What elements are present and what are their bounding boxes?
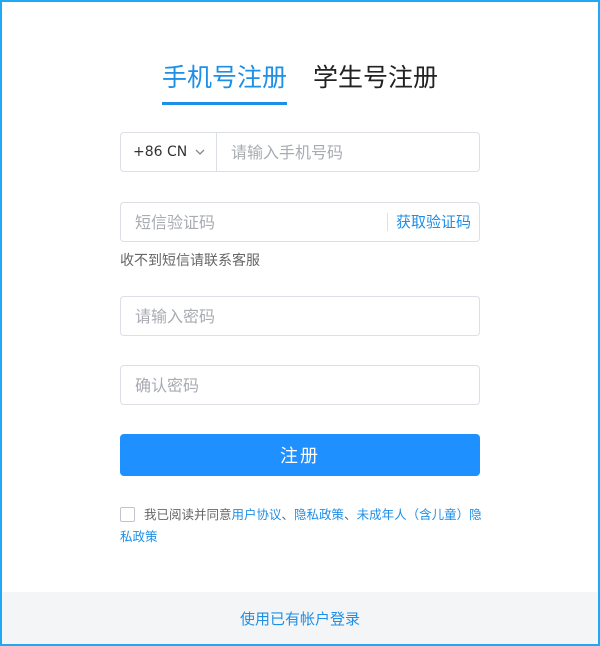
agreement-prefix: 我已阅读并同意 bbox=[144, 507, 232, 522]
tab-student-register[interactable]: 学生号注册 bbox=[313, 58, 438, 105]
country-code-select[interactable]: +86 CN bbox=[121, 133, 217, 171]
tab-phone-register[interactable]: 手机号注册 bbox=[161, 58, 287, 105]
password-field bbox=[120, 296, 480, 336]
confirm-password-input[interactable] bbox=[121, 366, 479, 404]
confirm-password-field bbox=[120, 365, 480, 405]
sms-code-field: 获取验证码 bbox=[120, 202, 480, 242]
agreement-row: 我已阅读并同意用户协议、隐私政策、未成年人（含儿童）隐私政策 bbox=[120, 504, 482, 548]
sms-help-text: 收不到短信请联系客服 bbox=[120, 253, 260, 269]
footer-bar: 使用已有帐户登录 bbox=[2, 592, 598, 644]
chevron-down-icon bbox=[195, 149, 205, 155]
register-panel: 手机号注册 学生号注册 +86 CN 获取验证码 收不到短信请联系客服 注册 我… bbox=[0, 0, 600, 646]
user-agreement-link[interactable]: 用户协议 bbox=[232, 507, 282, 522]
register-button[interactable]: 注册 bbox=[120, 434, 480, 476]
phone-field: +86 CN bbox=[120, 132, 480, 172]
register-tabs: 手机号注册 学生号注册 bbox=[2, 58, 598, 105]
country-code-value: +86 CN bbox=[133, 144, 188, 160]
privacy-policy-link[interactable]: 隐私政策 bbox=[294, 507, 344, 522]
agreement-separator: 、 bbox=[281, 507, 295, 522]
password-input[interactable] bbox=[121, 297, 479, 335]
sms-code-input[interactable] bbox=[121, 203, 387, 241]
phone-input[interactable] bbox=[217, 133, 479, 171]
login-existing-account-link[interactable]: 使用已有帐户登录 bbox=[240, 608, 360, 629]
get-code-button[interactable]: 获取验证码 bbox=[386, 213, 479, 231]
agreement-separator: 、 bbox=[344, 507, 357, 522]
agreement-checkbox[interactable] bbox=[120, 507, 135, 522]
